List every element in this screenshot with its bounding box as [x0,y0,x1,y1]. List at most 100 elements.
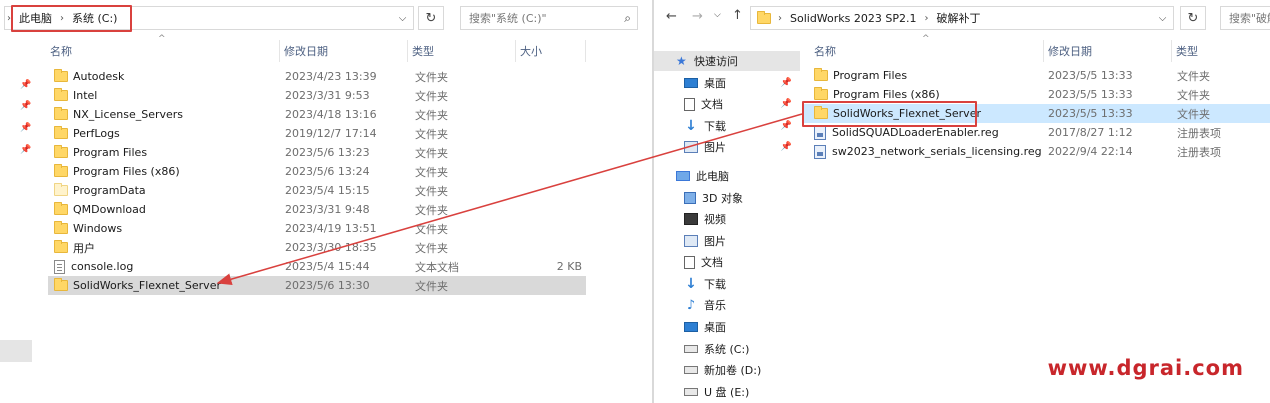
nav-item[interactable]: 文档 📌 [654,94,800,114]
pin-icon[interactable]: 📌 [781,78,792,88]
table-row[interactable]: Windows 2023/4/19 13:51 文件夹 [48,219,586,238]
history-dropdown-icon[interactable]: ⌵ [391,7,413,29]
header-type-label: 类型 [1176,45,1198,58]
search-placeholder: 搜索"破解 [1229,12,1270,25]
pin-icon[interactable]: 📌 [20,123,31,135]
watermark-text: www.dgrai.com [1047,356,1244,380]
forward-arrow-icon[interactable]: → [692,9,703,24]
table-row[interactable]: SolidWorks_Flexnet_Server 2023/5/5 13:33 文… [804,104,1270,123]
refresh-button[interactable]: ↻ [1180,6,1206,30]
nav-item[interactable]: 图片 [654,231,800,251]
breadcrumb-crack-patch[interactable]: 破解补丁 [931,10,987,26]
breadcrumb-this-pc[interactable]: 此电脑 [13,10,58,26]
folder-icon [54,145,68,158]
file-name: Autodesk [73,70,125,83]
table-row[interactable]: Program Files (x86) 2023/5/6 13:24 文件夹 [48,162,586,181]
table-row[interactable]: Intel 2023/3/31 9:53 文件夹 [48,86,586,105]
address-bar[interactable]: › SolidWorks 2023 SP2.1 › 破解补丁 ⌵ [750,6,1174,30]
folder-icon [814,87,828,100]
chevron-right-icon: › [60,12,64,24]
file-size: 2 KB [556,260,582,273]
address-bar[interactable]: › 此电脑 › 系统 (C:) ⌵ [4,6,414,30]
breadcrumb-solidworks[interactable]: SolidWorks 2023 SP2.1 [784,12,923,25]
header-size[interactable]: 大小 [516,40,586,62]
table-row[interactable]: Autodesk 2023/4/23 13:39 文件夹 [48,67,586,86]
nav-item[interactable]: 系统 (C:) [654,339,800,359]
nav-item[interactable]: ↓ 下载 📌 [654,116,800,136]
refresh-button[interactable]: ↻ [418,6,444,30]
sort-ascending-icon: ^ [922,34,930,44]
file-size [528,143,582,162]
folder-icon [54,240,68,253]
nav-item-label: 视频 [704,213,726,226]
column-header: 名称 ^ 修改日期 类型 大小 [0,34,652,62]
nav-item-label: 下载 [704,278,726,291]
folder-icon [54,126,68,139]
left-explorer-window: › 此电脑 › 系统 (C:) ⌵ ↻ 搜索"系统 (C:)" ⌕ 名称 ^ 修… [0,0,652,403]
header-date[interactable]: 修改日期 [280,40,408,62]
file-size [528,200,582,219]
file-date: 2022/9/4 22:14 [1048,145,1133,158]
nav-item-label: 音乐 [704,299,726,312]
table-row[interactable]: Program Files 2023/5/5 13:33 文件夹 [804,66,1270,85]
file-type: 文件夹 [415,279,448,293]
breadcrumb-drive-c[interactable]: 系统 (C:) [66,10,123,26]
pin-icon[interactable]: 📌 [20,101,31,113]
table-row[interactable]: NX_License_Servers 2023/4/18 13:16 文件夹 [48,105,586,124]
header-name[interactable]: 名称 ^ [810,34,1044,62]
nav-item-label: 图片 [704,141,726,154]
pin-icon[interactable]: 📌 [20,80,31,92]
search-input[interactable]: 搜索"系统 (C:)" ⌕ [460,6,638,30]
table-row[interactable]: SolidSQUADLoaderEnabler.reg 2017/8/27 1:1… [804,123,1270,142]
header-name[interactable]: 名称 ^ [46,34,280,62]
table-row[interactable]: SolidWorks_Flexnet_Server 2023/5/6 13:30 文… [48,276,586,295]
nav-item[interactable]: ♪ 音乐 [654,295,800,315]
table-row[interactable]: Program Files 2023/5/6 13:23 文件夹 [48,143,586,162]
nav-item[interactable]: 视频 [654,209,800,229]
folder-icon [54,202,68,215]
table-row[interactable]: 用户 2023/3/30 18:35 文件夹 [48,238,586,257]
nav-item[interactable]: 图片 📌 [654,137,800,157]
search-input[interactable]: 搜索"破解 [1220,6,1270,30]
up-arrow-icon[interactable]: ↑ [732,8,743,23]
file-type: 文件夹 [415,203,448,217]
pin-icon[interactable]: 📌 [781,121,792,131]
nav-item[interactable]: 桌面 [654,317,800,337]
pin-icon[interactable]: 📌 [20,145,31,157]
history-dropdown-icon[interactable]: ⌵ [1151,7,1173,29]
table-row[interactable]: QMDownload 2023/3/31 9:48 文件夹 [48,200,586,219]
header-type[interactable]: 类型 [408,40,516,62]
pin-icon[interactable]: 📌 [781,99,792,109]
nav-item[interactable]: 桌面 📌 [654,73,800,93]
nav-item[interactable]: U 盘 (E:) [654,382,800,402]
header-type[interactable]: 类型 [1172,40,1270,62]
nav-item-label: 下载 [704,120,726,133]
nav-item[interactable]: ★ 快速访问 [654,51,800,71]
table-row[interactable]: Program Files (x86) 2023/5/5 13:33 文件夹 [804,85,1270,104]
table-row[interactable]: console.log 2023/5/4 15:44 文本文档 2 KB [48,257,586,276]
nav-item-label: 快速访问 [694,55,738,68]
column-header: 名称 ^ 修改日期 类型 [804,34,1270,62]
table-row[interactable]: PerfLogs 2019/12/7 17:14 文件夹 [48,124,586,143]
file-date: 2017/8/27 1:12 [1048,126,1133,139]
file-date: 2023/5/5 13:33 [1048,88,1133,101]
chevron-right-icon: › [778,12,782,24]
file-type: 文件夹 [1177,107,1210,121]
table-row[interactable]: ProgramData 2023/5/4 15:15 文件夹 [48,181,586,200]
nav-item-label: 3D 对象 [702,192,743,205]
header-date[interactable]: 修改日期 [1044,40,1172,62]
hidden-folder-icon [54,183,68,196]
nav-item[interactable]: 3D 对象 [654,188,800,208]
video-icon [684,213,698,225]
back-arrow-icon[interactable]: ← [666,9,677,24]
file-size [528,276,582,295]
nav-item[interactable]: 文档 [654,252,800,272]
nav-item[interactable]: ↓ 下载 [654,274,800,294]
nav-item[interactable]: 新加卷 (D:) [654,360,800,380]
table-row[interactable]: sw2023_network_serials_licensing.reg 2022… [804,142,1270,161]
nav-item[interactable]: 此电脑 [654,166,800,186]
file-type: 文件夹 [415,241,448,255]
pin-icon[interactable]: 📌 [781,142,792,152]
recent-dropdown-icon[interactable]: ⌵ [714,10,721,20]
document-icon [684,97,695,111]
